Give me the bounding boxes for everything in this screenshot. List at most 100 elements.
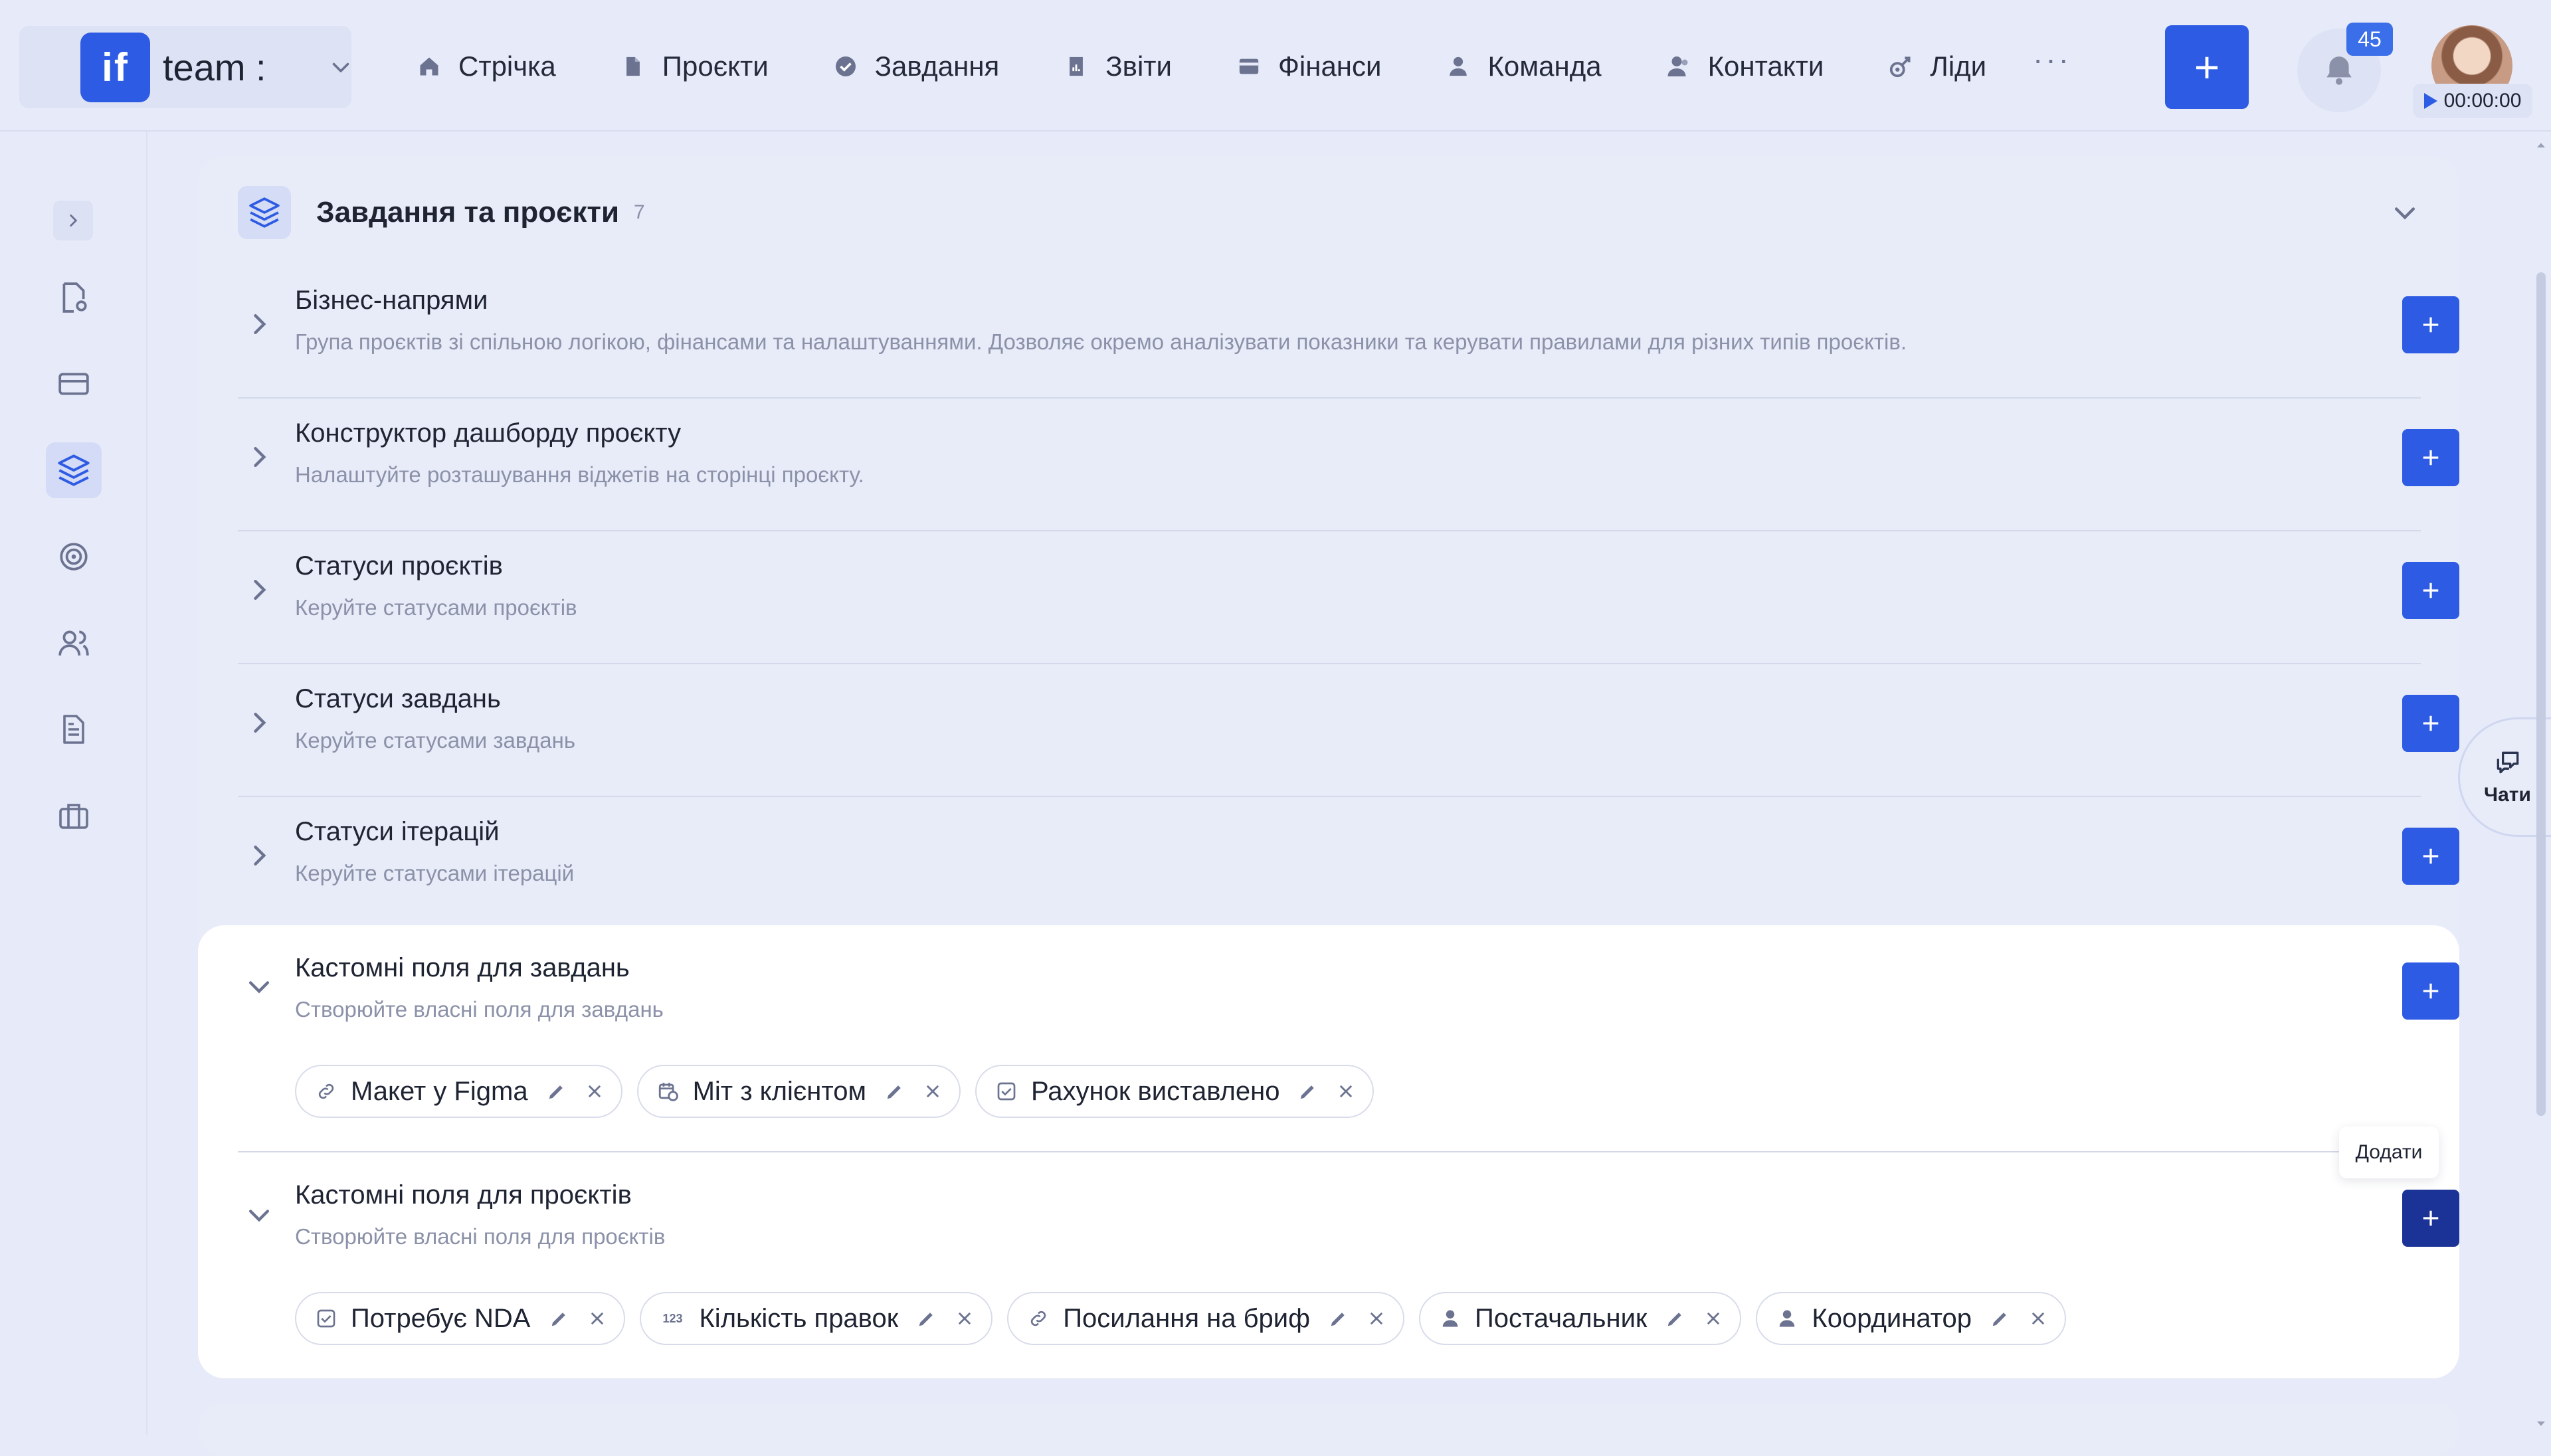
sidebar-item-documents[interactable]: [46, 701, 102, 757]
sidebar-expand-button[interactable]: [53, 201, 93, 240]
field-chip: Рахунок виставлено: [975, 1065, 1374, 1118]
sidebar-item-tasks-projects[interactable]: [46, 442, 102, 498]
panel-header: Завдання та проєкти 7: [238, 185, 645, 240]
chat-icon: [2497, 751, 2518, 774]
pencil-icon[interactable]: [549, 1309, 569, 1328]
plus-icon: [2423, 450, 2439, 466]
nav-item-projects[interactable]: Проєкти: [620, 50, 769, 82]
timer-value: 00:00:00: [2443, 90, 2522, 112]
section-task-custom-fields: Кастомні поля для завдань Створюйте влас…: [238, 925, 2459, 1152]
section-title: Конструктор дашборду проєкту: [295, 418, 682, 448]
more-menu-button[interactable]: ···: [2033, 41, 2071, 77]
pencil-icon[interactable]: [1665, 1309, 1685, 1328]
pencil-icon[interactable]: [885, 1081, 905, 1101]
chevron-right-icon[interactable]: [244, 310, 274, 339]
sidebar-item-billing[interactable]: [46, 356, 102, 412]
field-chip: 123 Кількість правок: [639, 1292, 993, 1345]
user-icon: [1445, 53, 1471, 80]
field-name: Посилання на бриф: [1063, 1303, 1310, 1333]
close-icon[interactable]: [2029, 1309, 2047, 1328]
time-tracker[interactable]: 00:00:00: [2413, 84, 2532, 118]
nav-label: Завдання: [874, 50, 1000, 82]
add-dashboard-widget-button[interactable]: [2402, 429, 2459, 486]
chevron-right-icon[interactable]: [244, 575, 274, 604]
nav-item-contacts[interactable]: Контакти: [1665, 50, 1824, 82]
scrollbar-thumb[interactable]: [2536, 272, 2546, 1116]
plus-icon: [2423, 317, 2439, 333]
chevron-down-icon[interactable]: [2390, 198, 2419, 227]
field-chip: Макет у Figma: [295, 1065, 622, 1118]
pencil-icon[interactable]: [1329, 1309, 1349, 1328]
layers-icon: [238, 186, 291, 239]
section-description: Група проєктів зі спільною логікою, фіна…: [295, 329, 1907, 354]
nav-item-feed[interactable]: Стрічка: [416, 50, 556, 82]
chevron-down-icon[interactable]: [244, 1200, 274, 1229]
section-description: Керуйте статусами завдань: [295, 728, 576, 753]
section-project-custom-fields: Кастомні поля для проєктів Створюйте вла…: [238, 1152, 2459, 1378]
chevron-right-icon[interactable]: [244, 841, 274, 870]
section-title: Бізнес-напрями: [295, 286, 488, 315]
wallet-icon: [1236, 53, 1262, 80]
close-icon[interactable]: [955, 1309, 974, 1328]
target-icon: [60, 543, 88, 571]
section-title: Статуси ітерацій: [295, 817, 500, 846]
workspace-name: team :: [163, 46, 266, 88]
close-icon[interactable]: [923, 1082, 942, 1101]
add-project-status-button[interactable]: [2402, 562, 2459, 619]
link-icon: [315, 1080, 337, 1103]
sidebar-item-goals[interactable]: [46, 529, 102, 585]
close-icon[interactable]: [1704, 1309, 1723, 1328]
briefcase-icon: [59, 804, 88, 829]
chevron-down-icon[interactable]: [244, 972, 274, 1001]
close-icon[interactable]: [1337, 1082, 1355, 1101]
pencil-icon[interactable]: [1298, 1081, 1318, 1101]
section-description: Керуйте статусами ітерацій: [295, 861, 575, 885]
nav-label: Контакти: [1707, 50, 1824, 82]
chat-label: Чати: [2484, 784, 2531, 806]
pencil-icon[interactable]: [1990, 1309, 2010, 1328]
user-icon: [1776, 1307, 1798, 1330]
card-icon: [58, 373, 89, 395]
field-chip: Координатор: [1756, 1292, 2067, 1345]
main-nav: Стрічка Проєкти Завдання Звіти Фінанси К…: [416, 40, 2050, 93]
close-icon[interactable]: [588, 1309, 607, 1328]
add-iteration-status-button[interactable]: [2402, 828, 2459, 885]
layers-icon: [58, 454, 90, 486]
sidebar-item-portfolio[interactable]: [46, 788, 102, 844]
section-description: Налаштуйте розташування віджетів на стор…: [295, 462, 864, 487]
chevron-right-icon: [70, 215, 78, 227]
sidebar-item-users[interactable]: [46, 615, 102, 671]
add-business-direction-button[interactable]: [2402, 296, 2459, 353]
chevron-right-icon[interactable]: [244, 708, 274, 737]
nav-label: Фінанси: [1277, 50, 1382, 82]
close-icon[interactable]: [1367, 1309, 1386, 1328]
report-icon: [1063, 53, 1089, 80]
add-project-field-button[interactable]: [2402, 1190, 2459, 1247]
scroll-down-icon[interactable]: [2535, 1417, 2547, 1429]
top-bar: if team : Стрічка Проєкти Завдання Звіти…: [0, 0, 2551, 132]
field-name: Макет у Figma: [351, 1076, 528, 1106]
workspace-switcher[interactable]: if team :: [19, 26, 351, 108]
section-project-statuses: Статуси проєктів Керуйте статусами проєк…: [238, 531, 2459, 664]
pencil-icon[interactable]: [547, 1081, 567, 1101]
nav-item-finance[interactable]: Фінанси: [1236, 50, 1381, 82]
nav-item-team[interactable]: Команда: [1445, 50, 1602, 82]
create-button[interactable]: +: [2165, 25, 2249, 109]
nav-item-leads[interactable]: Ліди: [1887, 50, 1986, 82]
add-task-field-button[interactable]: [2402, 962, 2459, 1020]
section-business-directions: Бізнес-напрями Група проєктів зі спільно…: [238, 266, 2459, 399]
field-name: Рахунок виставлено: [1030, 1076, 1280, 1106]
pencil-icon[interactable]: [917, 1309, 937, 1328]
chevron-right-icon[interactable]: [244, 442, 274, 472]
project-fields-list: Потребує NDA 123 Кількість правок Посила…: [295, 1292, 2081, 1345]
nav-item-reports[interactable]: Звіти: [1063, 50, 1172, 82]
scroll-up-icon[interactable]: [2535, 139, 2547, 151]
chevron-down-icon: [332, 62, 349, 72]
task-fields-list: Макет у Figma Міт з клієнтом Рахунок вис…: [295, 1065, 1388, 1118]
sidebar-item-document-settings[interactable]: [46, 270, 102, 325]
sidebar: [0, 132, 147, 1435]
add-task-status-button[interactable]: [2402, 695, 2459, 752]
nav-item-tasks[interactable]: Завдання: [832, 50, 1000, 82]
close-icon[interactable]: [585, 1082, 604, 1101]
section-description: Керуйте статусами проєктів: [295, 595, 577, 620]
